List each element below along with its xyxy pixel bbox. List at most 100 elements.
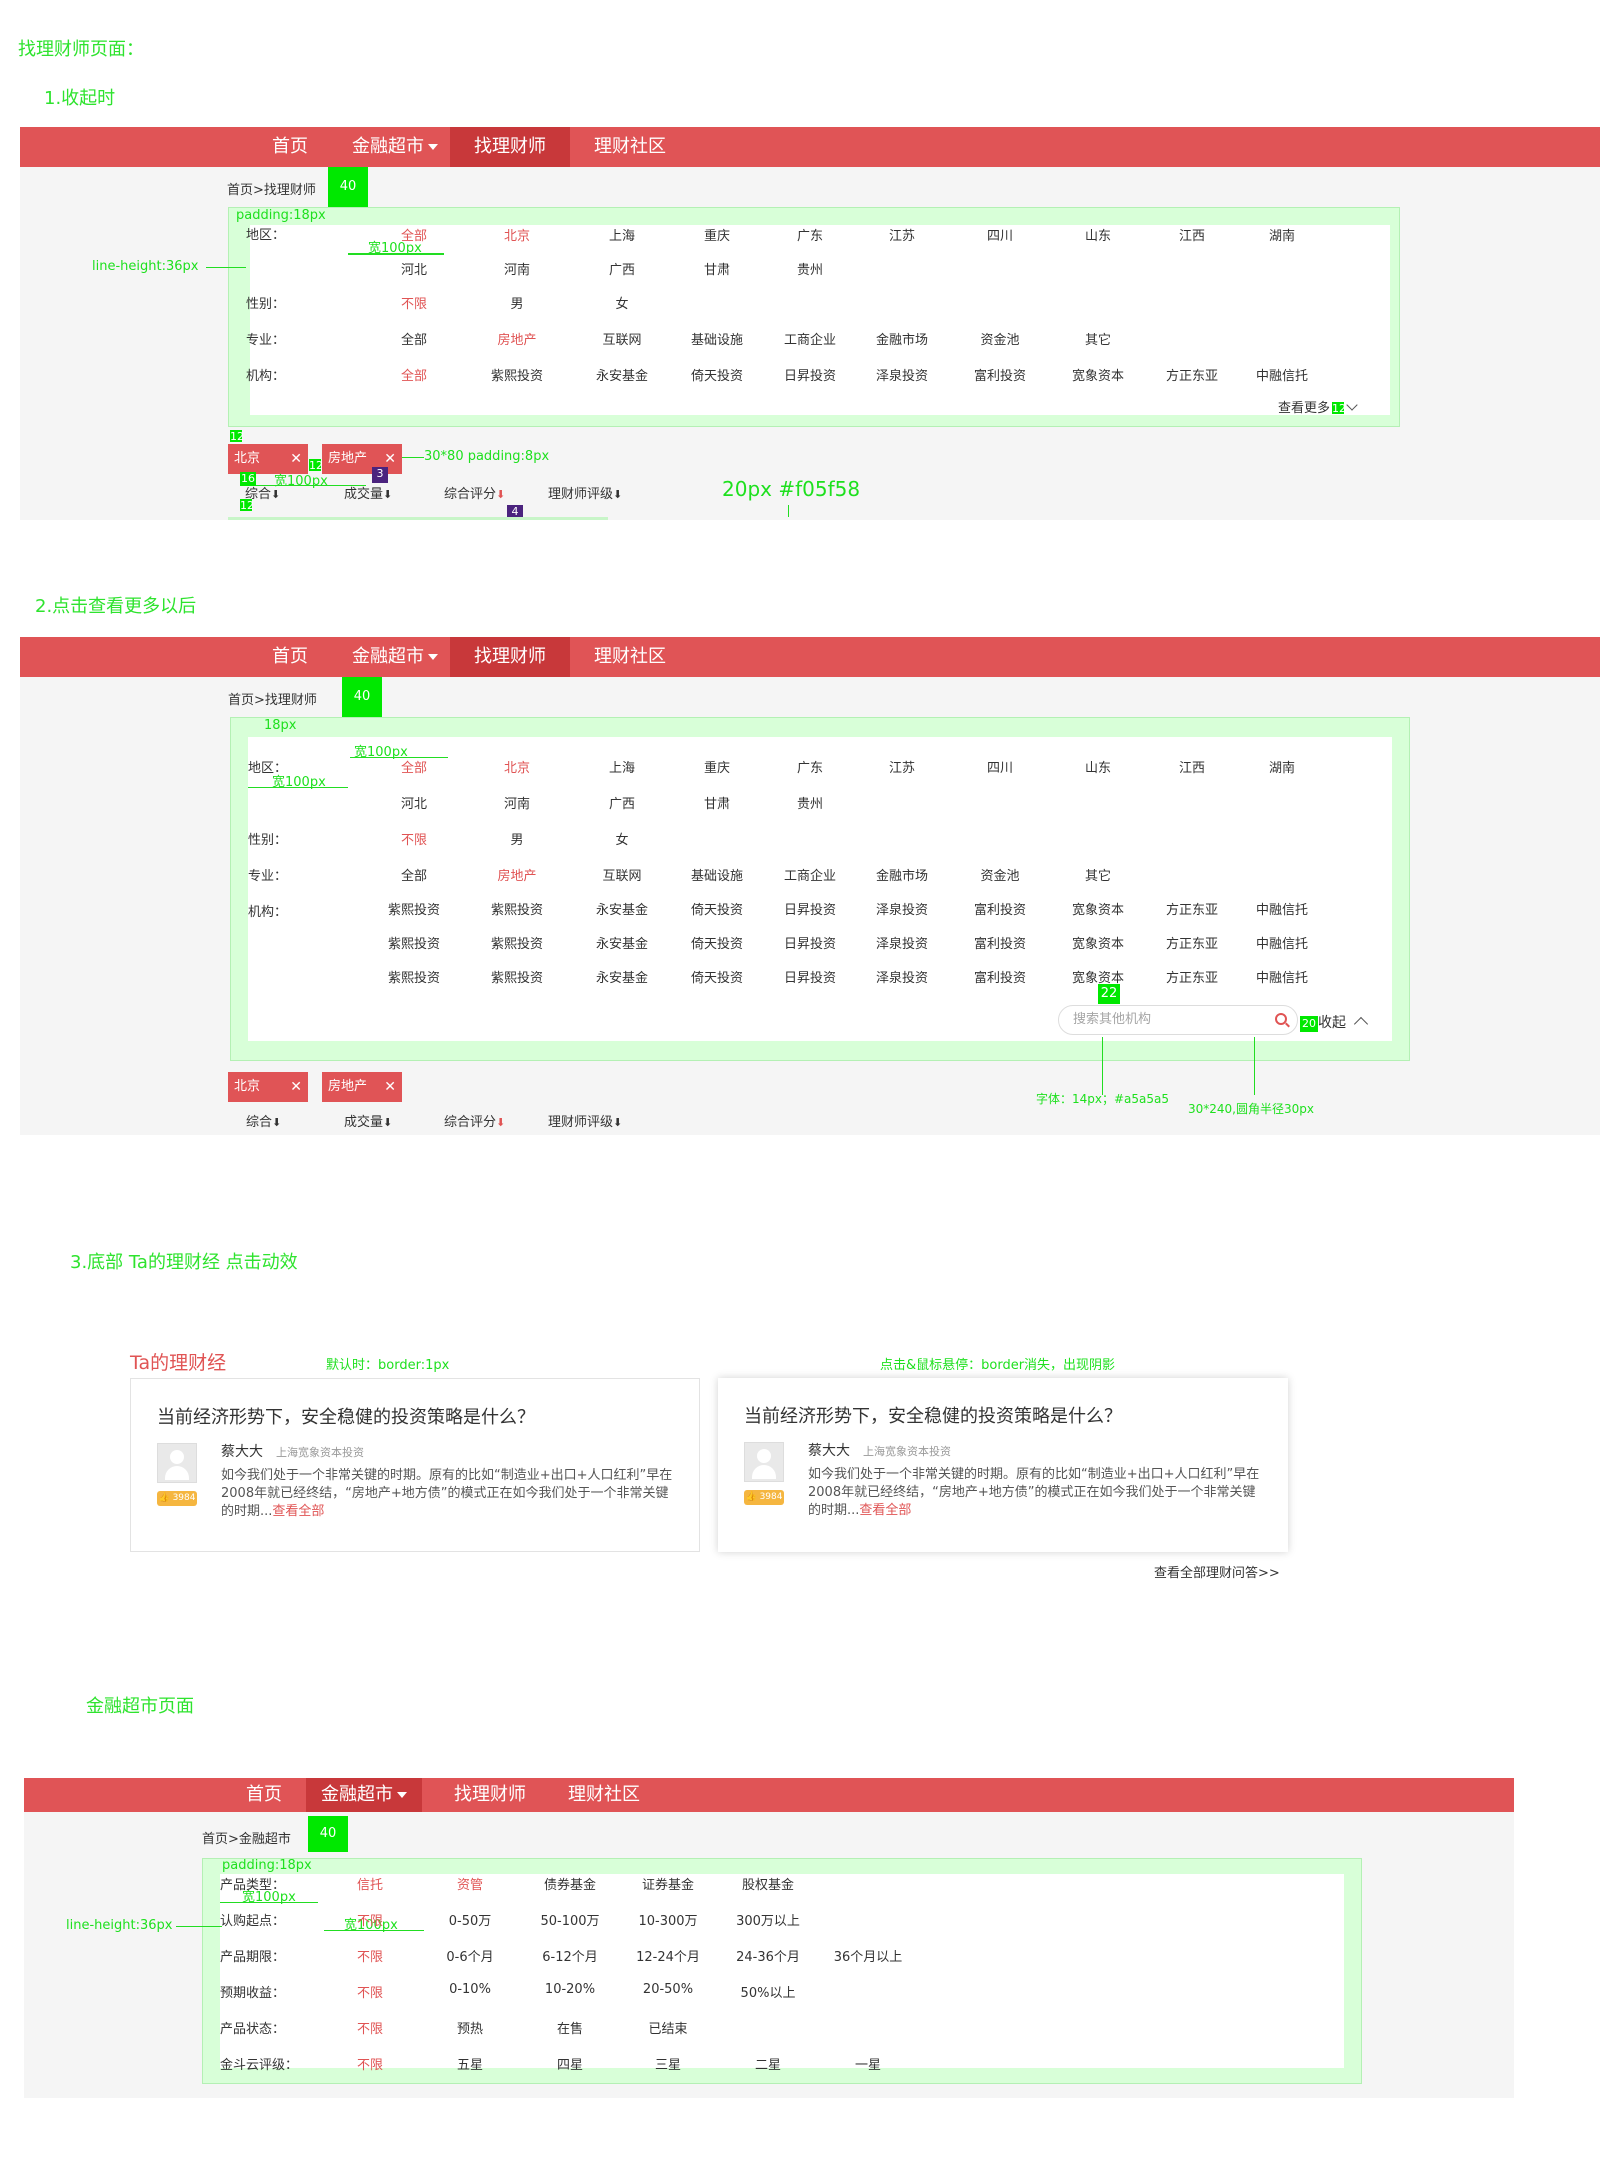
filter-option[interactable]: 永安基金	[596, 899, 648, 918]
filter-option[interactable]: 其它	[1085, 865, 1111, 884]
filter-option[interactable]: 24-36个月	[736, 1946, 800, 1965]
filter-option[interactable]: 方正东亚	[1166, 365, 1218, 384]
filter-option[interactable]: 基础设施	[691, 329, 743, 348]
filter-option[interactable]: 资管	[457, 1874, 483, 1893]
filter-option[interactable]: 房地产	[497, 329, 536, 348]
filter-option[interactable]: 宽象资本	[1072, 365, 1124, 384]
filter-option[interactable]: 一星	[855, 2054, 881, 2073]
filter-option[interactable]: 其它	[1085, 329, 1111, 348]
author-name[interactable]: 蔡大大	[808, 1440, 850, 1460]
filter-option[interactable]: 宽象资本	[1072, 933, 1124, 952]
filter-option[interactable]: 不限	[357, 2054, 383, 2073]
filter-option[interactable]: 紫熙投资	[388, 899, 440, 918]
nav-home[interactable]: 首页	[214, 1778, 314, 1812]
filter-option[interactable]: 互联网	[602, 865, 641, 884]
filter-option[interactable]: 不限	[357, 1982, 383, 2001]
sort-rating[interactable]: 理财师评级⬇	[548, 1111, 622, 1130]
see-more-link[interactable]: 查看更多 12	[1278, 397, 1358, 416]
filter-option[interactable]: 倚天投资	[691, 967, 743, 986]
filter-option[interactable]: 日昇投资	[784, 899, 836, 918]
filter-option[interactable]: 紫熙投资	[491, 365, 543, 384]
filter-option[interactable]: 日昇投资	[784, 365, 836, 384]
sort-score[interactable]: 综合评分⬇	[444, 1111, 505, 1130]
filter-option[interactable]: 富利投资	[974, 899, 1026, 918]
filter-option[interactable]: 不限	[357, 1946, 383, 1965]
filter-option[interactable]: 股权基金	[742, 1874, 794, 1893]
filter-option[interactable]: 债券基金	[544, 1874, 596, 1893]
filter-option[interactable]: 广东	[797, 225, 823, 244]
filter-option[interactable]: 贵州	[797, 793, 823, 812]
filter-option[interactable]: 倚天投资	[691, 899, 743, 918]
filter-option[interactable]: 江苏	[889, 225, 915, 244]
filter-option[interactable]: 江苏	[889, 757, 915, 776]
filter-option[interactable]: 男	[510, 829, 523, 848]
filter-option[interactable]: 江西	[1179, 757, 1205, 776]
filter-option[interactable]: 资金池	[980, 865, 1019, 884]
filter-option[interactable]: 全部	[401, 365, 427, 384]
filter-option[interactable]: 四星	[557, 2054, 583, 2073]
filter-option[interactable]: 中融信托	[1256, 899, 1308, 918]
filter-option[interactable]: 女	[615, 293, 628, 312]
filter-option[interactable]: 五星	[457, 2054, 483, 2073]
view-all-link[interactable]: 查看全部	[859, 1503, 911, 1518]
filter-option[interactable]: 广西	[609, 259, 635, 278]
filter-option[interactable]: 泽泉投资	[876, 899, 928, 918]
filter-option[interactable]: 河北	[401, 259, 427, 278]
filter-option[interactable]: 50-100万	[540, 1910, 599, 1929]
filter-option[interactable]: 男	[510, 293, 523, 312]
filter-option[interactable]: 方正东亚	[1166, 933, 1218, 952]
filter-option[interactable]: 北京	[504, 757, 530, 776]
filter-option[interactable]: 广东	[797, 757, 823, 776]
nav-market[interactable]: 金融超市	[306, 1778, 422, 1812]
avatar[interactable]	[157, 1443, 197, 1483]
qa-card-default[interactable]: 当前经济形势下，安全稳健的投资策略是什么？ 👍 3984 蔡大大 上海宽象资本投…	[130, 1378, 700, 1552]
close-icon[interactable]: ✕	[290, 1072, 302, 1102]
nav-advisor[interactable]: 找理财师	[430, 1778, 550, 1812]
nav-home[interactable]: 首页	[250, 637, 330, 677]
filter-option[interactable]: 三星	[655, 2054, 681, 2073]
chip-beijing[interactable]: 北京 ✕	[228, 1072, 308, 1102]
nav-advisor[interactable]: 找理财师	[450, 127, 570, 167]
filter-option[interactable]: 0-6个月	[446, 1946, 493, 1965]
filter-option[interactable]: 紫熙投资	[388, 933, 440, 952]
qa-title[interactable]: 当前经济形势下，安全稳健的投资策略是什么？	[157, 1403, 535, 1429]
filter-option[interactable]: 上海	[609, 757, 635, 776]
filter-option[interactable]: 湖南	[1269, 225, 1295, 244]
filter-option[interactable]: 重庆	[704, 757, 730, 776]
filter-option[interactable]: 泽泉投资	[876, 967, 928, 986]
filter-option[interactable]: 宽象资本	[1072, 899, 1124, 918]
view-all-qa-link[interactable]: 查看全部理财问答>>	[1154, 1562, 1280, 1581]
filter-option[interactable]: 广西	[609, 793, 635, 812]
sort-volume[interactable]: 成交量⬇	[344, 1111, 392, 1130]
filter-option[interactable]: 50%以上	[741, 1982, 796, 2001]
filter-option[interactable]: 36个月以上	[834, 1946, 903, 1965]
filter-option[interactable]: 中融信托	[1256, 365, 1308, 384]
filter-option[interactable]: 不限	[357, 1910, 383, 1929]
filter-option[interactable]: 方正东亚	[1166, 899, 1218, 918]
org-search-input[interactable]: 搜索其他机构	[1058, 1005, 1298, 1035]
filter-option[interactable]: 全部	[401, 329, 427, 348]
close-icon[interactable]: ✕	[384, 1072, 396, 1102]
filter-option[interactable]: 泽泉投资	[876, 365, 928, 384]
filter-option[interactable]: 山东	[1085, 225, 1111, 244]
filter-option[interactable]: 在售	[557, 2018, 583, 2037]
filter-option[interactable]: 紫熙投资	[491, 933, 543, 952]
filter-option[interactable]: 紫熙投资	[388, 967, 440, 986]
filter-option[interactable]: 12-24个月	[636, 1946, 700, 1965]
filter-option[interactable]: 上海	[609, 225, 635, 244]
filter-option[interactable]: 紫熙投资	[491, 899, 543, 918]
filter-option[interactable]: 300万以上	[736, 1910, 800, 1929]
filter-option[interactable]: 倚天投资	[691, 933, 743, 952]
filter-option[interactable]: 江西	[1179, 225, 1205, 244]
collapse-link[interactable]: 20 收起	[1300, 1012, 1369, 1032]
filter-option[interactable]: 0-10%	[449, 1982, 491, 1997]
filter-option[interactable]: 工商企业	[784, 865, 836, 884]
filter-option[interactable]: 日昇投资	[784, 933, 836, 952]
filter-option[interactable]: 永安基金	[596, 365, 648, 384]
nav-community[interactable]: 理财社区	[580, 127, 680, 167]
filter-option[interactable]: 河北	[401, 793, 427, 812]
filter-option[interactable]: 金融市场	[876, 329, 928, 348]
filter-option[interactable]: 倚天投资	[691, 365, 743, 384]
likes-badge[interactable]: 👍 3984	[744, 1490, 784, 1505]
filter-option[interactable]: 紫熙投资	[491, 967, 543, 986]
